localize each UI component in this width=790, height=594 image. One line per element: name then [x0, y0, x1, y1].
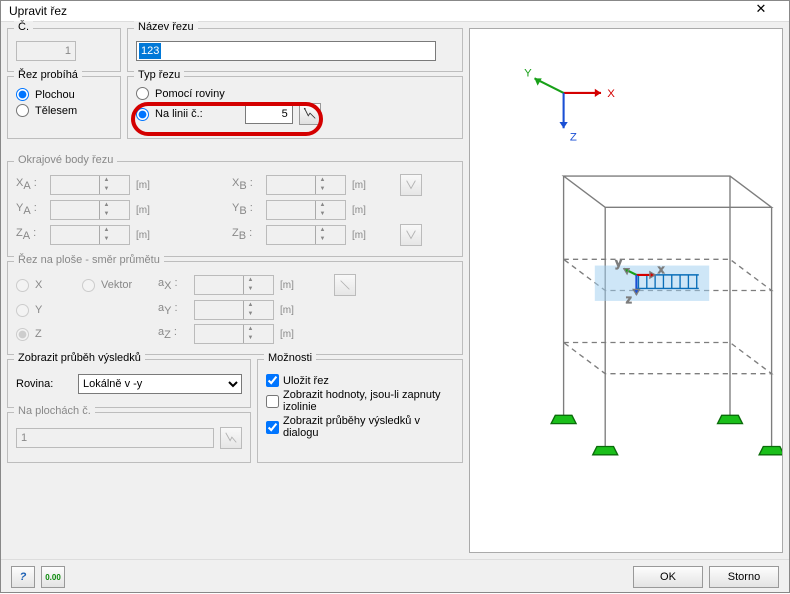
- units-button[interactable]: 0.00: [41, 566, 65, 588]
- fieldset-name: Název řezu 123: [127, 28, 463, 72]
- picker-icon: [404, 178, 418, 192]
- plane-label: Rovina:: [16, 378, 72, 390]
- svg-text:X: X: [607, 88, 615, 100]
- section-name-input[interactable]: [136, 41, 436, 61]
- help-button[interactable]: ?: [11, 566, 35, 588]
- global-axes-icon: X Y Z: [524, 67, 615, 143]
- pick-point-a-button: [400, 174, 422, 196]
- radio-plane[interactable]: Plochou: [16, 88, 112, 101]
- label-ya: YA :: [16, 202, 44, 217]
- structure-preview: X Y Z: [470, 29, 782, 552]
- fieldset-boundary: Okrajové body řezu XA : ▲▼ [m] XB : ▲▼ […: [7, 161, 463, 257]
- plane-select[interactable]: Lokálně v -y: [78, 374, 242, 394]
- fieldset-options: Možnosti Uložit řez Zobrazit hodnoty, js…: [257, 359, 463, 463]
- pick-vector-button: [334, 274, 356, 296]
- fieldset-projection: Řez na ploše - směr průmětu X Vektor aX …: [7, 261, 463, 355]
- check-show-results[interactable]: Zobrazit průběhy výsledků v dialogu: [266, 415, 454, 439]
- help-icon: ?: [20, 571, 27, 583]
- label-xa: XA :: [16, 177, 44, 192]
- radio-by-plane[interactable]: Pomocí roviny: [136, 87, 454, 100]
- units-icon: 0.00: [45, 573, 61, 582]
- radio-solid[interactable]: Tělesem: [16, 104, 112, 117]
- titlebar: Upravit řez ✕: [1, 1, 789, 22]
- ok-button[interactable]: OK: [633, 566, 703, 588]
- fieldset-runs-through: Řez probíhá Plochou Tělesem: [7, 76, 121, 139]
- pick-line-button[interactable]: [299, 103, 321, 125]
- svg-text:x: x: [658, 264, 664, 276]
- radio-proj-x: X: [16, 279, 76, 292]
- label-ax: aX :: [158, 277, 188, 292]
- picker-icon: [338, 278, 352, 292]
- input-az: ▲▼: [194, 324, 274, 344]
- label-az: aZ :: [158, 326, 188, 341]
- picker-icon: [303, 107, 317, 121]
- window-title: Upravit řez: [9, 4, 741, 18]
- label-zb: ZB :: [232, 227, 260, 242]
- input-zb: ▲▼: [266, 225, 346, 245]
- radio-on-line[interactable]: Na linii č.:: [136, 108, 203, 121]
- input-za: ▲▼: [50, 225, 130, 245]
- label-xb: XB :: [232, 177, 260, 192]
- pick-surfaces-button: [220, 427, 242, 449]
- input-xa: ▲▼: [50, 175, 130, 195]
- radio-proj-vector: Vektor: [82, 279, 152, 292]
- svg-text:Z: Z: [570, 132, 577, 144]
- line-number-input[interactable]: [245, 104, 293, 124]
- input-xb: ▲▼: [266, 175, 346, 195]
- svg-text:y: y: [616, 258, 622, 270]
- close-button[interactable]: ✕: [741, 1, 781, 21]
- fieldset-number: Č.: [7, 28, 121, 72]
- picker-icon: [404, 228, 418, 242]
- pick-point-b-button: [400, 224, 422, 246]
- check-show-values[interactable]: Zobrazit hodnoty, jsou-li zapnuty izolin…: [266, 389, 454, 413]
- label-za: ZA :: [16, 227, 44, 242]
- picker-icon: [224, 431, 238, 445]
- fieldset-section-type: Typ řezu Pomocí roviny Na linii č.:: [127, 76, 463, 139]
- input-ay: ▲▼: [194, 300, 274, 320]
- number-input: [16, 41, 76, 61]
- label-yb: YB :: [232, 202, 260, 217]
- surfaces-input: [16, 428, 214, 448]
- fieldset-surfaces: Na plochách č.: [7, 412, 251, 463]
- preview-pane[interactable]: X Y Z: [469, 28, 783, 553]
- svg-text:z: z: [626, 294, 632, 306]
- input-ya: ▲▼: [50, 200, 130, 220]
- input-yb: ▲▼: [266, 200, 346, 220]
- check-save-section[interactable]: Uložit řez: [266, 374, 454, 387]
- label-ay: aY :: [158, 302, 188, 317]
- name-selection: 123: [139, 43, 161, 59]
- radio-proj-y: Y: [16, 304, 76, 317]
- fieldset-results: Zobrazit průběh výsledků Rovina: Lokálně…: [7, 359, 251, 408]
- svg-text:Y: Y: [524, 67, 532, 79]
- radio-proj-z: Z: [16, 328, 76, 341]
- input-ax: ▲▼: [194, 275, 274, 295]
- cancel-button[interactable]: Storno: [709, 566, 779, 588]
